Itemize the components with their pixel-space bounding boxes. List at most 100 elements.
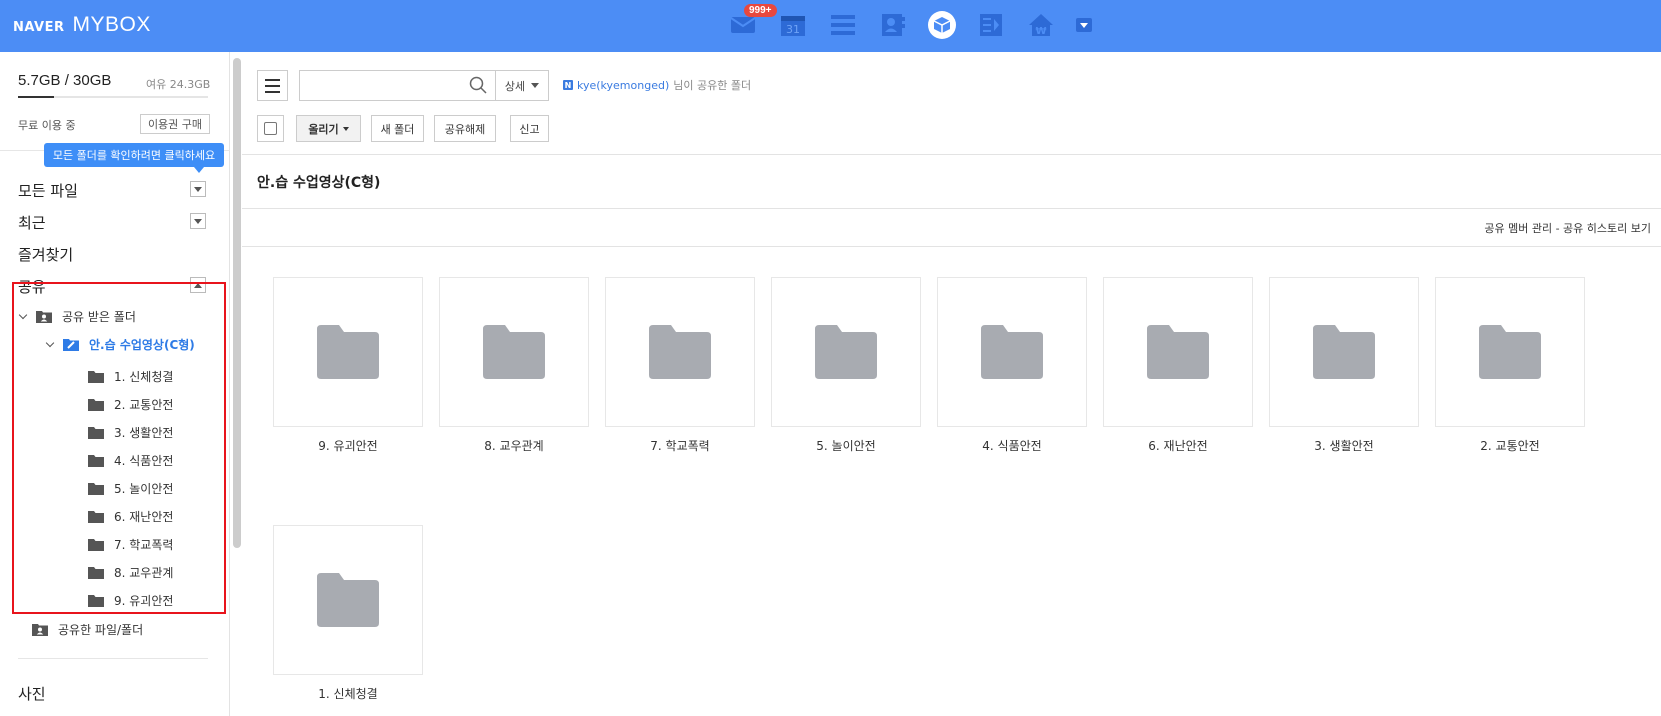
folder-icon <box>88 482 104 495</box>
folder-icon <box>317 325 379 379</box>
folder-icon <box>88 594 104 607</box>
tree-current-folder[interactable]: 안.습 수업영상(C형) <box>45 334 195 354</box>
nav-shared[interactable]: 공유 <box>18 276 46 297</box>
folder-card-label[interactable]: 8. 교우관계 <box>439 437 589 454</box>
chevron-down-icon[interactable] <box>18 311 28 321</box>
tree-child-label: 5. 놀이안전 <box>114 481 174 496</box>
mail-icon[interactable]: 999+ <box>728 4 777 40</box>
folder-card-label[interactable]: 4. 식품안전 <box>937 437 1087 454</box>
nav-favorites[interactable]: 즐겨찾기 <box>18 244 73 265</box>
all-files-expand-button[interactable] <box>190 181 206 197</box>
folder-card-label[interactable]: 2. 교통안전 <box>1435 437 1585 454</box>
storage-usage: 5.7GB / 30GB <box>18 72 111 90</box>
tree-child-label: 2. 교통안전 <box>114 397 174 412</box>
folder-card-label[interactable]: 6. 재난안전 <box>1103 437 1253 454</box>
svg-text:₩: ₩ <box>1035 26 1046 37</box>
pay-icon[interactable]: ₩ <box>1026 10 1056 40</box>
tree-child-label: 3. 생활안전 <box>114 425 174 440</box>
contacts-icon[interactable] <box>878 10 908 40</box>
folder-icon <box>88 454 104 467</box>
sidebar-scrollbar[interactable] <box>233 58 241 548</box>
folder-icon <box>483 325 545 379</box>
list-icon[interactable] <box>828 10 858 40</box>
tree-child-folder[interactable]: 1. 신체청결 <box>88 366 173 386</box>
owner-link[interactable]: kye(kyemonged) <box>577 79 669 92</box>
shared-collapse-button[interactable] <box>190 277 206 293</box>
buy-pass-button[interactable]: 이용권 구매 <box>140 114 210 134</box>
tree-child-label: 7. 학교폭력 <box>114 537 174 552</box>
chevron-down-icon[interactable] <box>45 339 55 349</box>
folder-card[interactable] <box>937 277 1087 427</box>
folder-icon <box>1313 325 1375 379</box>
tree-child-folder[interactable]: 4. 식품안전 <box>88 450 173 470</box>
memo-icon[interactable] <box>976 10 1006 40</box>
folder-icon <box>88 538 104 551</box>
view-menu-button[interactable] <box>257 70 288 101</box>
search-box <box>299 70 496 101</box>
naver-n-icon: N <box>563 80 573 90</box>
folder-card[interactable] <box>1435 277 1585 427</box>
toolbar-divider <box>242 154 1661 155</box>
brand-logo[interactable]: NAVER MYBOX <box>13 13 151 37</box>
folder-card-label[interactable]: 5. 놀이안전 <box>771 437 921 454</box>
sidebar-divider <box>18 658 208 659</box>
recent-expand-button[interactable] <box>190 213 206 229</box>
folder-card[interactable] <box>1103 277 1253 427</box>
folder-card-label[interactable]: 9. 유괴안전 <box>273 437 423 454</box>
report-button[interactable]: 신고 <box>510 115 549 142</box>
plan-status: 무료 이용 중 <box>18 119 76 132</box>
folder-card[interactable] <box>273 277 423 427</box>
tree-child-folder[interactable]: 7. 학교폭력 <box>88 534 173 554</box>
folder-icon <box>649 325 711 379</box>
top-bar: NAVER MYBOX 999+ 31 ₩ <box>0 0 1661 52</box>
folder-card[interactable] <box>273 525 423 675</box>
tree-child-folder[interactable]: 3. 생활안전 <box>88 422 173 442</box>
tree-shared-by-me[interactable]: 공유한 파일/폴더 <box>32 619 143 639</box>
folder-icon <box>1479 325 1541 379</box>
folder-icon <box>88 426 104 439</box>
tree-child-folder[interactable]: 9. 유괴안전 <box>88 590 173 610</box>
detail-search-button[interactable]: 상세 <box>495 70 549 101</box>
folder-card-label[interactable]: 1. 신체청결 <box>273 685 423 702</box>
tooltip-all-folders: 모든 폴더를 확인하려면 클릭하세요 <box>44 143 224 173</box>
folder-icon <box>88 566 104 579</box>
folder-icon <box>88 398 104 411</box>
detail-search-label: 상세 <box>504 79 526 93</box>
naver-logo-text: NAVER <box>13 20 65 35</box>
upload-label: 올리기 <box>308 122 339 136</box>
new-folder-button[interactable]: 새 폴더 <box>371 115 424 142</box>
tree-child-label: 8. 교우관계 <box>114 565 174 580</box>
folder-card[interactable] <box>1269 277 1419 427</box>
tree-child-folder[interactable]: 8. 교우관계 <box>88 562 173 582</box>
tree-child-folder[interactable]: 2. 교통안전 <box>88 394 173 414</box>
tree-received-folder[interactable]: 공유 받은 폴더 <box>18 306 136 326</box>
folder-icon <box>88 510 104 523</box>
share-member-links[interactable]: 공유 멤버 관리 - 공유 히스토리 보기 <box>1484 220 1651 236</box>
folder-icon <box>1147 325 1209 379</box>
nav-all-files[interactable]: 모든 파일 <box>18 180 78 201</box>
tree-child-label: 9. 유괴안전 <box>114 593 174 608</box>
storage-total: 30GB <box>73 72 112 89</box>
nav-photos[interactable]: 사진 <box>18 683 46 704</box>
folder-card-label[interactable]: 3. 생활안전 <box>1269 437 1419 454</box>
upload-button[interactable]: 올리기 <box>296 115 361 142</box>
folder-card[interactable] <box>439 277 589 427</box>
folder-card[interactable] <box>771 277 921 427</box>
owner-suffix: 님이 공유한 폴더 <box>673 79 752 92</box>
calendar-icon[interactable]: 31 <box>778 10 808 40</box>
tree-child-folder[interactable]: 6. 재난안전 <box>88 506 173 526</box>
nav-recent[interactable]: 최근 <box>18 212 46 233</box>
folder-card-label[interactable]: 7. 학교폭력 <box>605 437 755 454</box>
storage-usage-fill <box>18 96 55 98</box>
shared-by-info: N kye(kyemonged) 님이 공유한 폴더 <box>563 77 751 93</box>
folder-card[interactable] <box>605 277 755 427</box>
folder-title: 안.습 수업영상(C형) <box>257 175 381 191</box>
more-apps-dropdown[interactable] <box>1076 18 1092 32</box>
tree-child-folder[interactable]: 5. 놀이안전 <box>88 478 173 498</box>
mybox-icon[interactable] <box>928 11 956 39</box>
unshare-button[interactable]: 공유해제 <box>434 115 496 142</box>
search-icon[interactable] <box>469 76 487 94</box>
search-input[interactable] <box>300 71 460 100</box>
select-all-checkbox[interactable] <box>257 115 284 142</box>
app-switcher: 999+ 31 ₩ <box>728 4 1092 40</box>
